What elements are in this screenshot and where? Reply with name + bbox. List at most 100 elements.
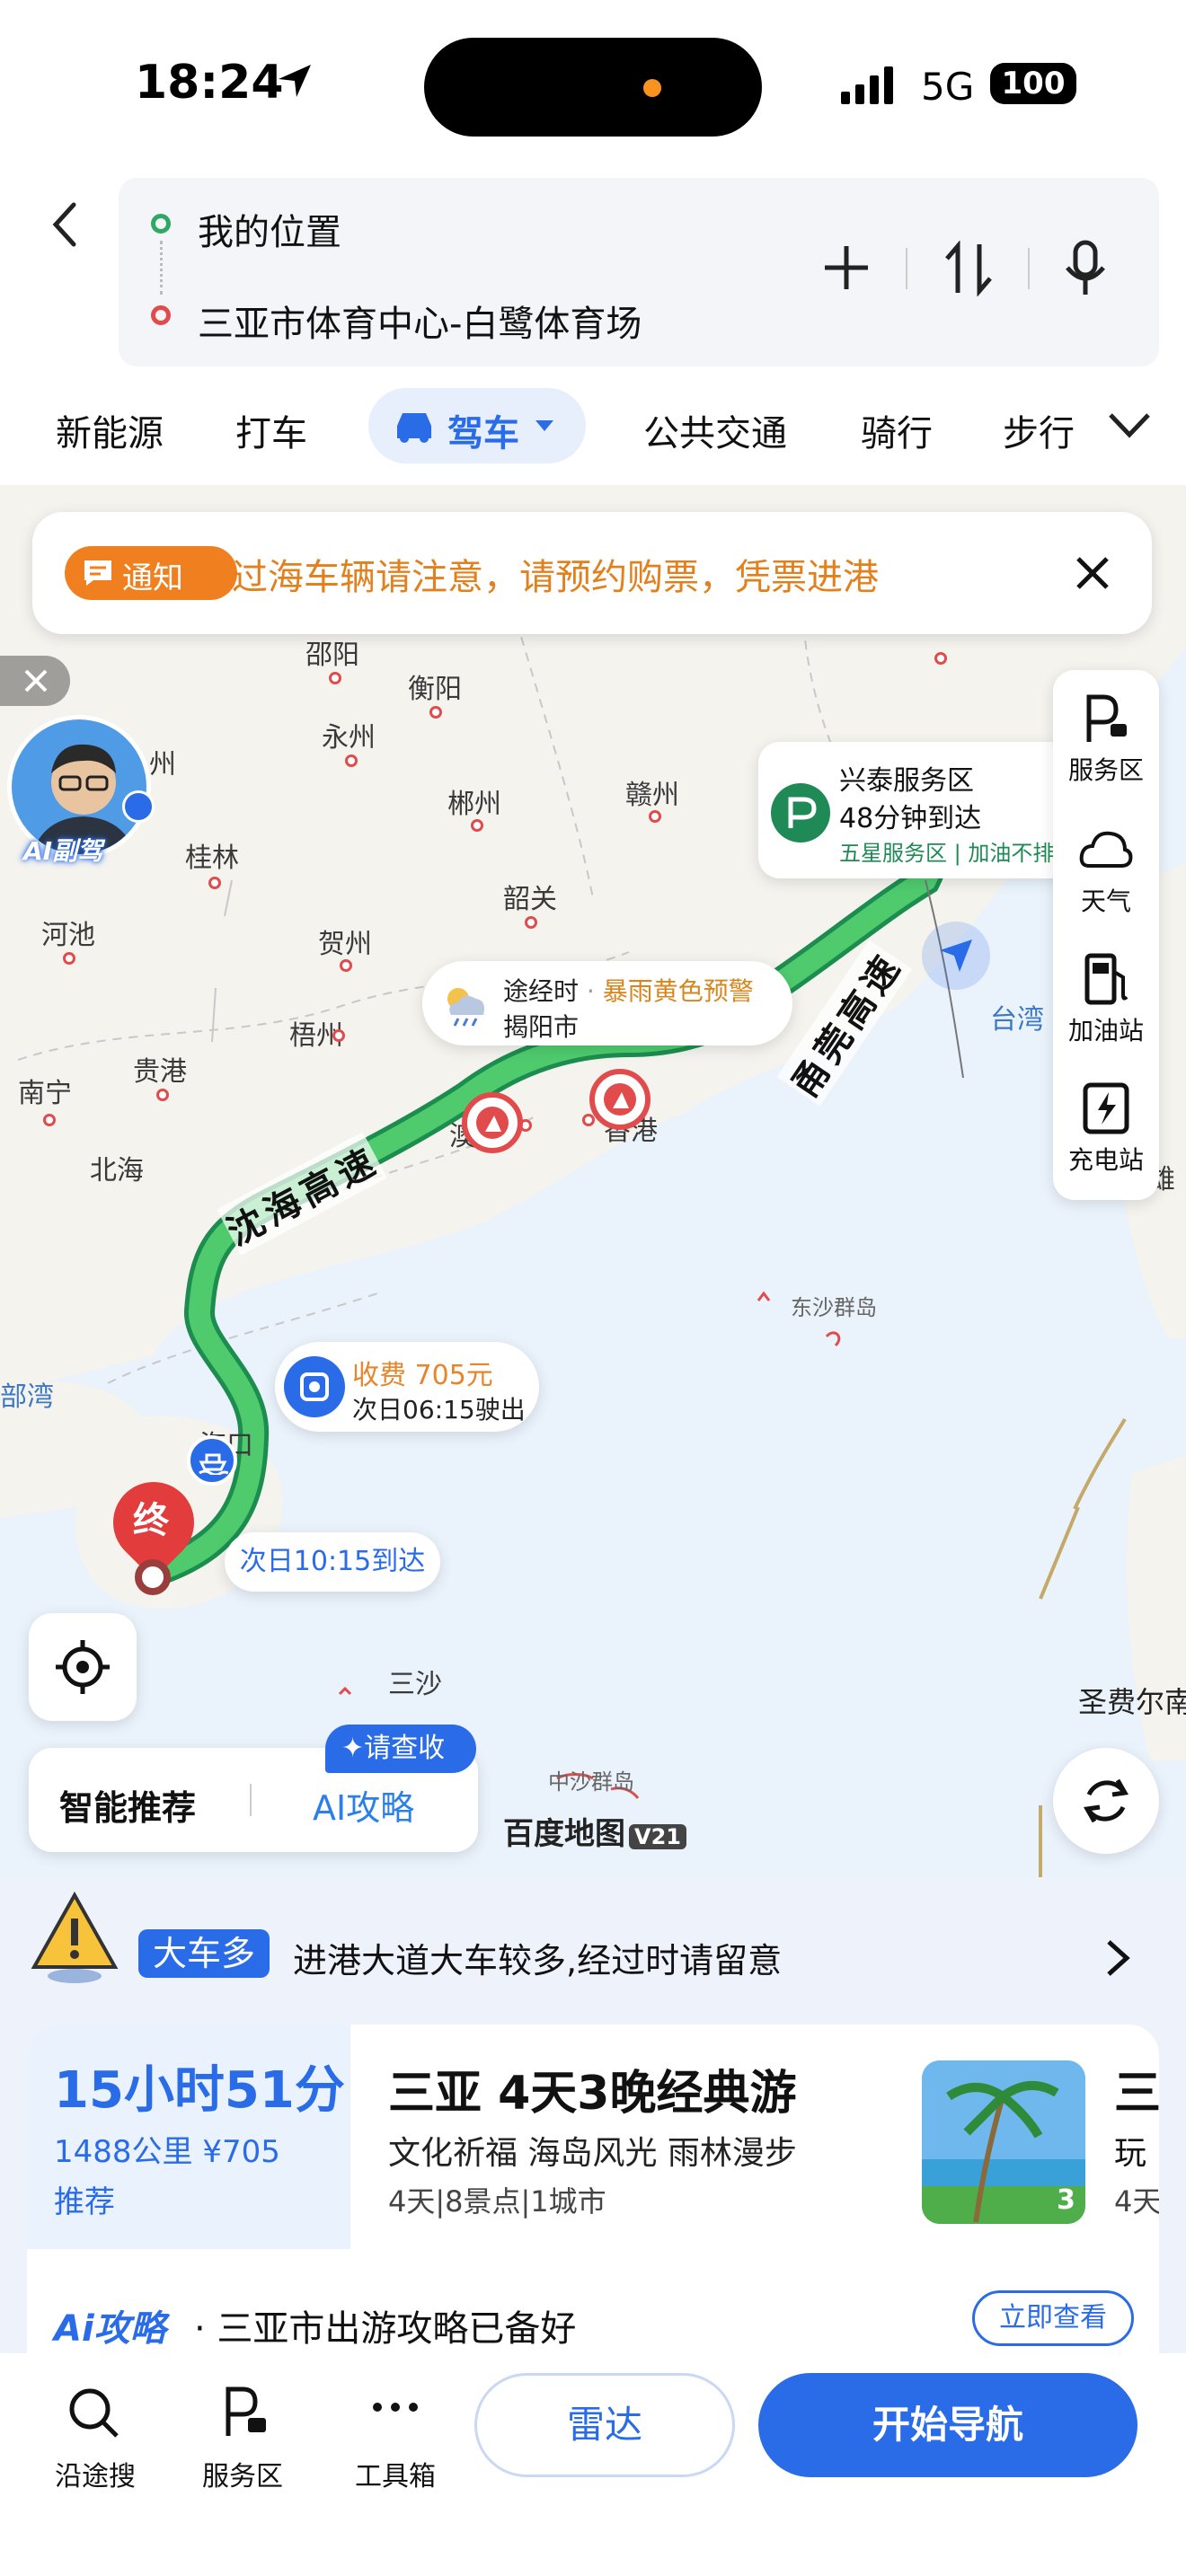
weather-prefix: 途经时 <box>503 976 580 1006</box>
current-location-arrow <box>922 922 990 990</box>
city-label: 州 <box>149 749 176 781</box>
notice-badge-label: 通知 <box>122 560 183 596</box>
cloud-icon <box>1079 831 1133 868</box>
ai-guide-button[interactable]: AI攻略 <box>313 1780 414 1830</box>
navigation-arrow-icon <box>940 940 972 972</box>
tab-new-energy[interactable]: 新能源 <box>56 404 164 456</box>
swap-icon[interactable] <box>943 241 994 296</box>
tab-drive-label: 驾车 <box>447 413 519 454</box>
toll-fee-label: 收费 <box>352 1360 406 1391</box>
city-marker <box>471 819 483 832</box>
close-icon[interactable] <box>1075 555 1111 591</box>
city-label: 部湾 <box>0 1381 54 1413</box>
city-label: 衡阳 <box>408 674 462 705</box>
chevron-down-icon[interactable] <box>1107 410 1152 442</box>
smart-recommend-button[interactable]: 智能推荐 <box>59 1780 196 1830</box>
back-icon[interactable] <box>47 199 83 250</box>
microphone-icon[interactable] <box>1060 239 1111 298</box>
trip-meta: 4天|8景点|1城市 <box>388 2184 606 2219</box>
ai-guide-tag: ✦请查收 <box>325 1725 476 1773</box>
divider <box>906 248 907 289</box>
nav-search-along[interactable]: 沿途搜 <box>41 2384 149 2501</box>
weather-alert-card[interactable]: 途经时 · 暴雨黄色预警 揭阳市 <box>422 961 792 1045</box>
view-guide-button[interactable]: 立即查看 <box>972 2290 1134 2346</box>
destination-dot-icon <box>151 305 171 325</box>
route-distance: 1488公里 <box>54 2134 193 2170</box>
tool-weather[interactable]: 天气 <box>1053 814 1159 931</box>
trip-guide-card[interactable]: 三亚 4天3晚经典游 文化祈福 海岛风光 雨林漫步 4天|8景点|1城市 3 三… <box>350 2025 1159 2249</box>
nav-toolbox[interactable]: 工具箱 <box>341 2384 449 2501</box>
city-marker <box>525 916 537 929</box>
toll-card[interactable]: 收费 705元 次日06:15驶出 <box>275 1342 539 1432</box>
message-icon <box>84 560 111 586</box>
dynamic-island <box>424 38 762 137</box>
sparkle-icon: ✦ <box>341 1733 365 1764</box>
destination-pin-label: 终 <box>133 1500 169 1541</box>
radar-button[interactable]: 雷达 <box>474 2373 735 2477</box>
add-waypoint-icon[interactable] <box>821 243 872 293</box>
toll-depart-time: 次日06:15驶出 <box>352 1395 526 1425</box>
trip-photo: 3 <box>922 2060 1085 2224</box>
destination-field[interactable]: 三亚市体育中心-白鹭体育场 <box>198 295 642 347</box>
start-navigation-button[interactable]: 开始导航 <box>758 2373 1137 2477</box>
nav-service-area[interactable]: 服务区 <box>189 2384 296 2501</box>
next-trip-subtitle: 玩 <box>1114 2135 1147 2172</box>
close-copilot-button[interactable] <box>0 656 70 706</box>
tool-label: 加油站 <box>1067 1016 1144 1045</box>
city-label: 贺州 <box>318 929 372 960</box>
route-option-recommended[interactable]: 15小时51分 1488公里 ¥705 推荐 <box>27 2025 350 2249</box>
tab-drive[interactable]: 驾车 <box>368 388 586 463</box>
locate-button[interactable] <box>29 1613 137 1721</box>
caret-down-icon <box>535 420 553 431</box>
map-side-toolbar: 服务区 天气 加油站 充电站 <box>1053 670 1159 1200</box>
nav-label: 工具箱 <box>355 2461 436 2492</box>
city-label: 南宁 <box>18 1078 72 1109</box>
city-marker <box>649 810 661 823</box>
chevron-right-icon[interactable] <box>1103 1938 1132 1978</box>
more-icon <box>373 2403 418 2412</box>
refresh-route-button[interactable] <box>1053 1748 1159 1854</box>
network-label: 5G <box>921 65 975 109</box>
privacy-indicator <box>643 79 661 97</box>
tool-service-area[interactable]: 服务区 <box>1053 683 1159 799</box>
ferry-icon[interactable] <box>187 1435 237 1486</box>
tab-transit[interactable]: 公共交通 <box>643 404 787 456</box>
construction-icon[interactable] <box>589 1069 651 1130</box>
tab-bike[interactable]: 骑行 <box>861 404 933 456</box>
origin-dot-icon <box>151 214 171 234</box>
tab-walk[interactable]: 步行 <box>1003 404 1078 456</box>
notice-badge: 通知 <box>65 546 237 600</box>
route-connector <box>160 241 163 295</box>
city-label: 河池 <box>41 920 95 951</box>
tool-charging-station[interactable]: 充电站 <box>1053 1072 1159 1189</box>
weather-city: 揭阳市 <box>503 1012 580 1042</box>
city-label: 北海 <box>90 1155 144 1187</box>
origin-field[interactable]: 我的位置 <box>198 203 341 255</box>
construction-icon[interactable] <box>462 1092 523 1153</box>
map-view[interactable]: 邵阳 衡阳 永州 郴州 赣州 州 桂林 河池 贺州 韶关 梧州 南宁 贵港 北海… <box>0 485 1186 1895</box>
city-label: 圣费尔南 <box>1078 1685 1186 1719</box>
nav-label: 服务区 <box>202 2461 283 2492</box>
city-label: 赣州 <box>625 780 679 811</box>
location-arrow-icon <box>279 65 311 97</box>
city-label: 台湾 <box>990 1004 1044 1036</box>
city-marker <box>934 652 947 665</box>
route-cost: ¥705 <box>202 2134 280 2170</box>
trip-title: 三亚 4天3晚经典游 <box>388 2067 797 2121</box>
tab-taxi[interactable]: 打车 <box>235 404 307 456</box>
trip-photo-count: 3 <box>1057 2184 1075 2216</box>
tool-gas-station[interactable]: 加油站 <box>1053 943 1159 1060</box>
city-marker <box>43 1114 56 1126</box>
city-label: 郴州 <box>447 789 501 820</box>
city-label: 三沙 <box>388 1669 442 1700</box>
city-marker <box>208 877 221 889</box>
map-logo: 百度地图 V21 <box>503 1809 686 1853</box>
city-marker <box>332 1029 345 1042</box>
notice-banner[interactable]: 通知 过海车辆请注意，请预约购票，凭票进港 <box>32 512 1152 634</box>
route-input-box[interactable]: 我的位置 三亚市体育中心-白鹭体育场 <box>119 178 1159 366</box>
city-marker <box>340 959 352 972</box>
city-label: 桂林 <box>185 842 239 874</box>
weather-alert: 暴雨黄色预警 <box>602 976 754 1006</box>
map-version: V21 <box>629 1824 686 1849</box>
route-tag: 推荐 <box>54 2184 115 2220</box>
